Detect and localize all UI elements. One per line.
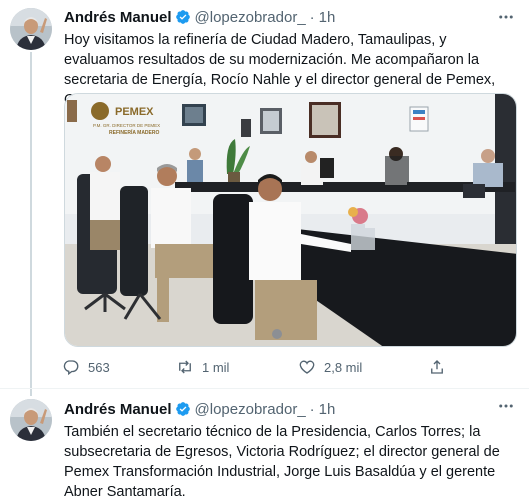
tweet-header: Andrés Manuel @lopezobrador_ · 1h	[64, 399, 335, 419]
sign-line1: P.M. GR. DIRECTOR DE PEMEX	[93, 123, 160, 128]
author-handle[interactable]: @lopezobrador_	[195, 9, 306, 26]
tweet[interactable]: Andrés Manuel @lopezobrador_ · 1h Tambié…	[0, 388, 529, 500]
reply-count: 563	[88, 359, 110, 375]
author-name[interactable]: Andrés Manuel	[64, 401, 172, 418]
avatar[interactable]	[10, 8, 52, 50]
share-icon	[431, 360, 443, 374]
tweet[interactable]: Andrés Manuel @lopezobrador_ · 1h Hoy vi…	[0, 0, 529, 388]
verified-badge-icon	[175, 10, 190, 24]
verified-badge-icon	[175, 402, 190, 416]
sign-brand: PEMEX	[115, 106, 154, 118]
retweet-count: 1 mil	[202, 359, 230, 375]
tweet-time[interactable]: 1h	[319, 401, 336, 418]
author-handle[interactable]: @lopezobrador_	[195, 401, 306, 418]
retweet-icon	[179, 360, 191, 374]
separator-dot: ·	[309, 8, 315, 26]
more-options-icon[interactable]	[497, 397, 515, 420]
more-options-icon[interactable]	[497, 8, 515, 31]
tweet-photo[interactable]: PEMEX P.M. GR. DIRECTOR DE PEMEX REFINER…	[64, 93, 517, 347]
like-button[interactable]: 2,8 mil	[298, 358, 362, 376]
meeting-room-photo: PEMEX P.M. GR. DIRECTOR DE PEMEX REFINER…	[65, 94, 516, 346]
avatar[interactable]	[10, 399, 52, 441]
tweet-text: También el secretario técnico de la Pres…	[64, 424, 500, 500]
tweet-header: Andrés Manuel @lopezobrador_ · 1h	[64, 7, 335, 27]
heart-icon	[299, 360, 315, 374]
reply-button[interactable]: 563	[62, 358, 110, 376]
tweet-actions: 563 1 mil 2,8 mil	[62, 358, 462, 378]
author-name[interactable]: Andrés Manuel	[64, 9, 172, 26]
share-button[interactable]	[428, 358, 446, 376]
reply-icon	[63, 360, 79, 376]
sign-line2: REFINERÍA MADERO	[109, 128, 159, 136]
like-count: 2,8 mil	[324, 359, 363, 375]
retweet-button[interactable]: 1 mil	[176, 358, 229, 376]
separator-dot: ·	[309, 400, 315, 418]
tweet-time[interactable]: 1h	[319, 9, 336, 26]
